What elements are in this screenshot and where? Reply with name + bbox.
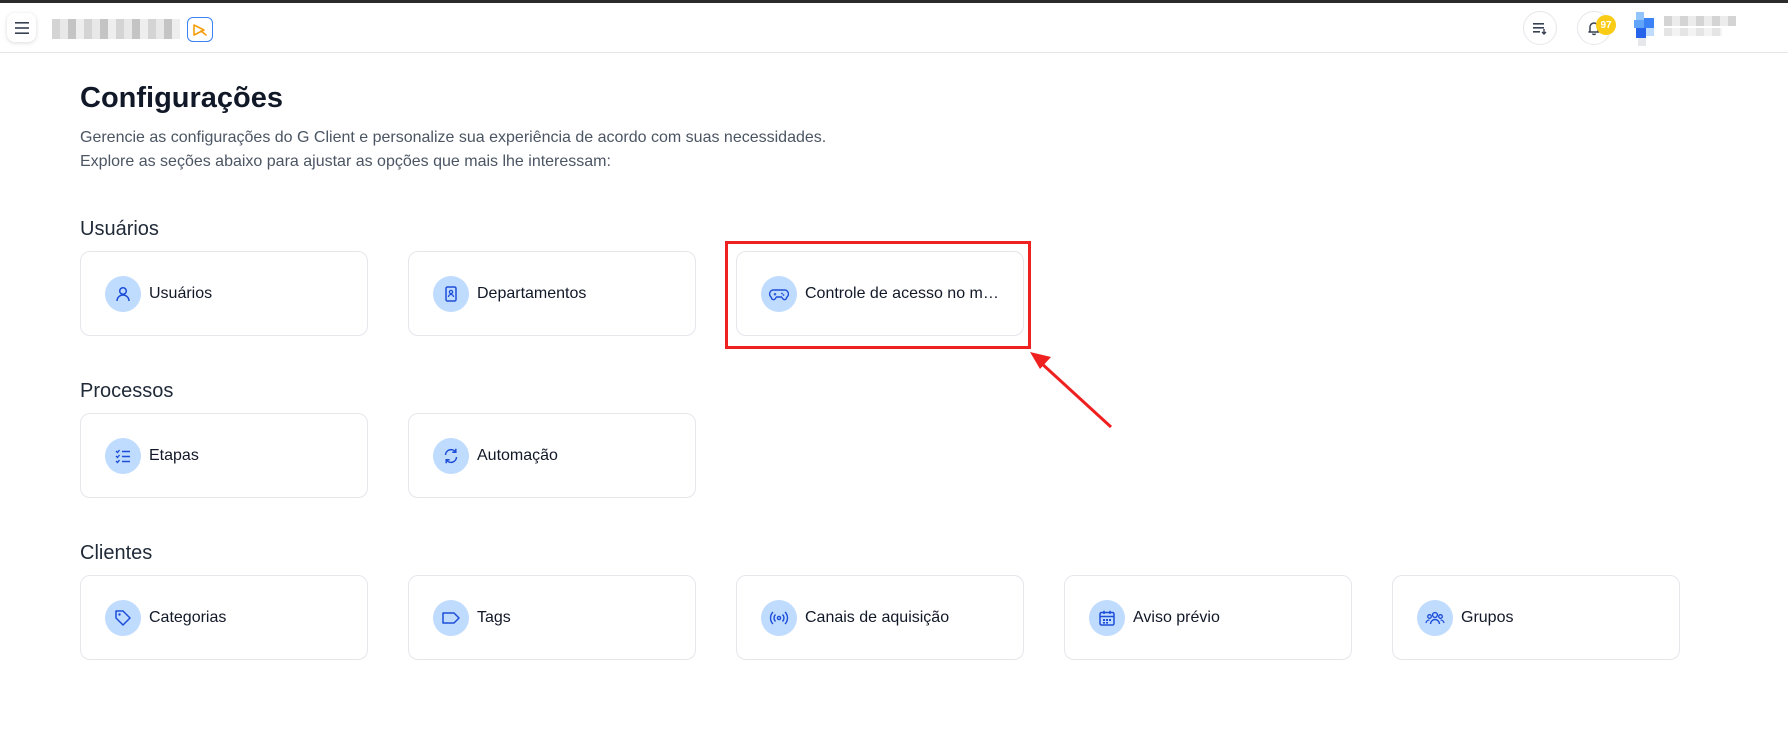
annotation-arrow (1030, 352, 1113, 429)
